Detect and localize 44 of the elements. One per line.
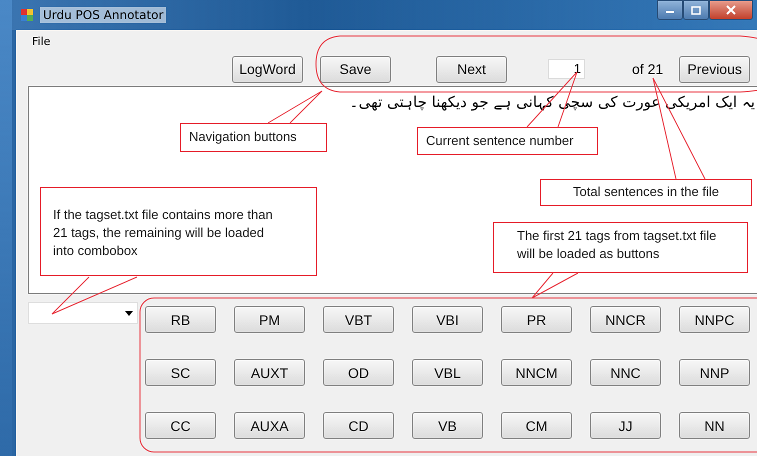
tag-button[interactable]: NNC: [590, 359, 661, 386]
tag-button[interactable]: VBI: [412, 306, 483, 333]
maximize-button[interactable]: [683, 0, 709, 20]
tag-button[interactable]: VB: [412, 412, 483, 439]
tag-button[interactable]: CD: [323, 412, 394, 439]
tag-combobox[interactable]: [28, 302, 138, 324]
tag-button[interactable]: JJ: [590, 412, 661, 439]
maximize-icon: [691, 6, 701, 14]
tag-button[interactable]: VBT: [323, 306, 394, 333]
tag-button[interactable]: PM: [234, 306, 305, 333]
toolbar-button[interactable]: Save: [320, 56, 391, 82]
window-title: Urdu POS Annotator: [40, 7, 166, 23]
dropdown-arrow-icon: [125, 310, 133, 316]
tag-button[interactable]: OD: [323, 359, 394, 386]
tag-button[interactable]: NNCM: [501, 359, 572, 386]
tag-button[interactable]: CC: [145, 412, 216, 439]
tag-button[interactable]: NNPC: [679, 306, 750, 333]
sentence-number-field[interactable]: 1: [548, 59, 585, 79]
callout-note: Navigation buttons: [180, 123, 327, 152]
toolbar-button[interactable]: Next: [436, 56, 507, 82]
tag-button[interactable]: NNCR: [590, 306, 661, 333]
callout-note: If the tagset.txt file contains more than 21 tags, the remaining will be loaded into combobox: [40, 187, 317, 276]
total-label: of 21: [632, 61, 664, 77]
close-icon: [726, 5, 736, 15]
callout-note: Current sentence number: [417, 127, 598, 155]
menu-item[interactable]: File: [32, 34, 50, 48]
tag-button[interactable]: VBL: [412, 359, 483, 386]
tag-button[interactable]: PR: [501, 306, 572, 333]
tag-button[interactable]: NN: [679, 412, 750, 439]
callout-note: Total sentences in the file: [540, 179, 752, 206]
leader-line: [532, 272, 578, 298]
tag-button[interactable]: SC: [145, 359, 216, 386]
tag-button[interactable]: NNP: [679, 359, 750, 386]
app-icon: [20, 8, 34, 22]
tag-button[interactable]: CM: [501, 412, 572, 439]
tag-button[interactable]: AUXT: [234, 359, 305, 386]
callout-note: The first 21 tags from tagset.txt file will be loaded as buttons: [493, 222, 748, 273]
minimize-button[interactable]: [657, 0, 683, 20]
leader-line: [268, 90, 322, 124]
toolbar-button[interactable]: LogWord: [232, 56, 303, 82]
previous-button[interactable]: Previous: [679, 56, 750, 82]
close-button[interactable]: [709, 0, 753, 20]
tag-button[interactable]: RB: [145, 306, 216, 333]
tag-button[interactable]: AUXA: [234, 412, 305, 439]
